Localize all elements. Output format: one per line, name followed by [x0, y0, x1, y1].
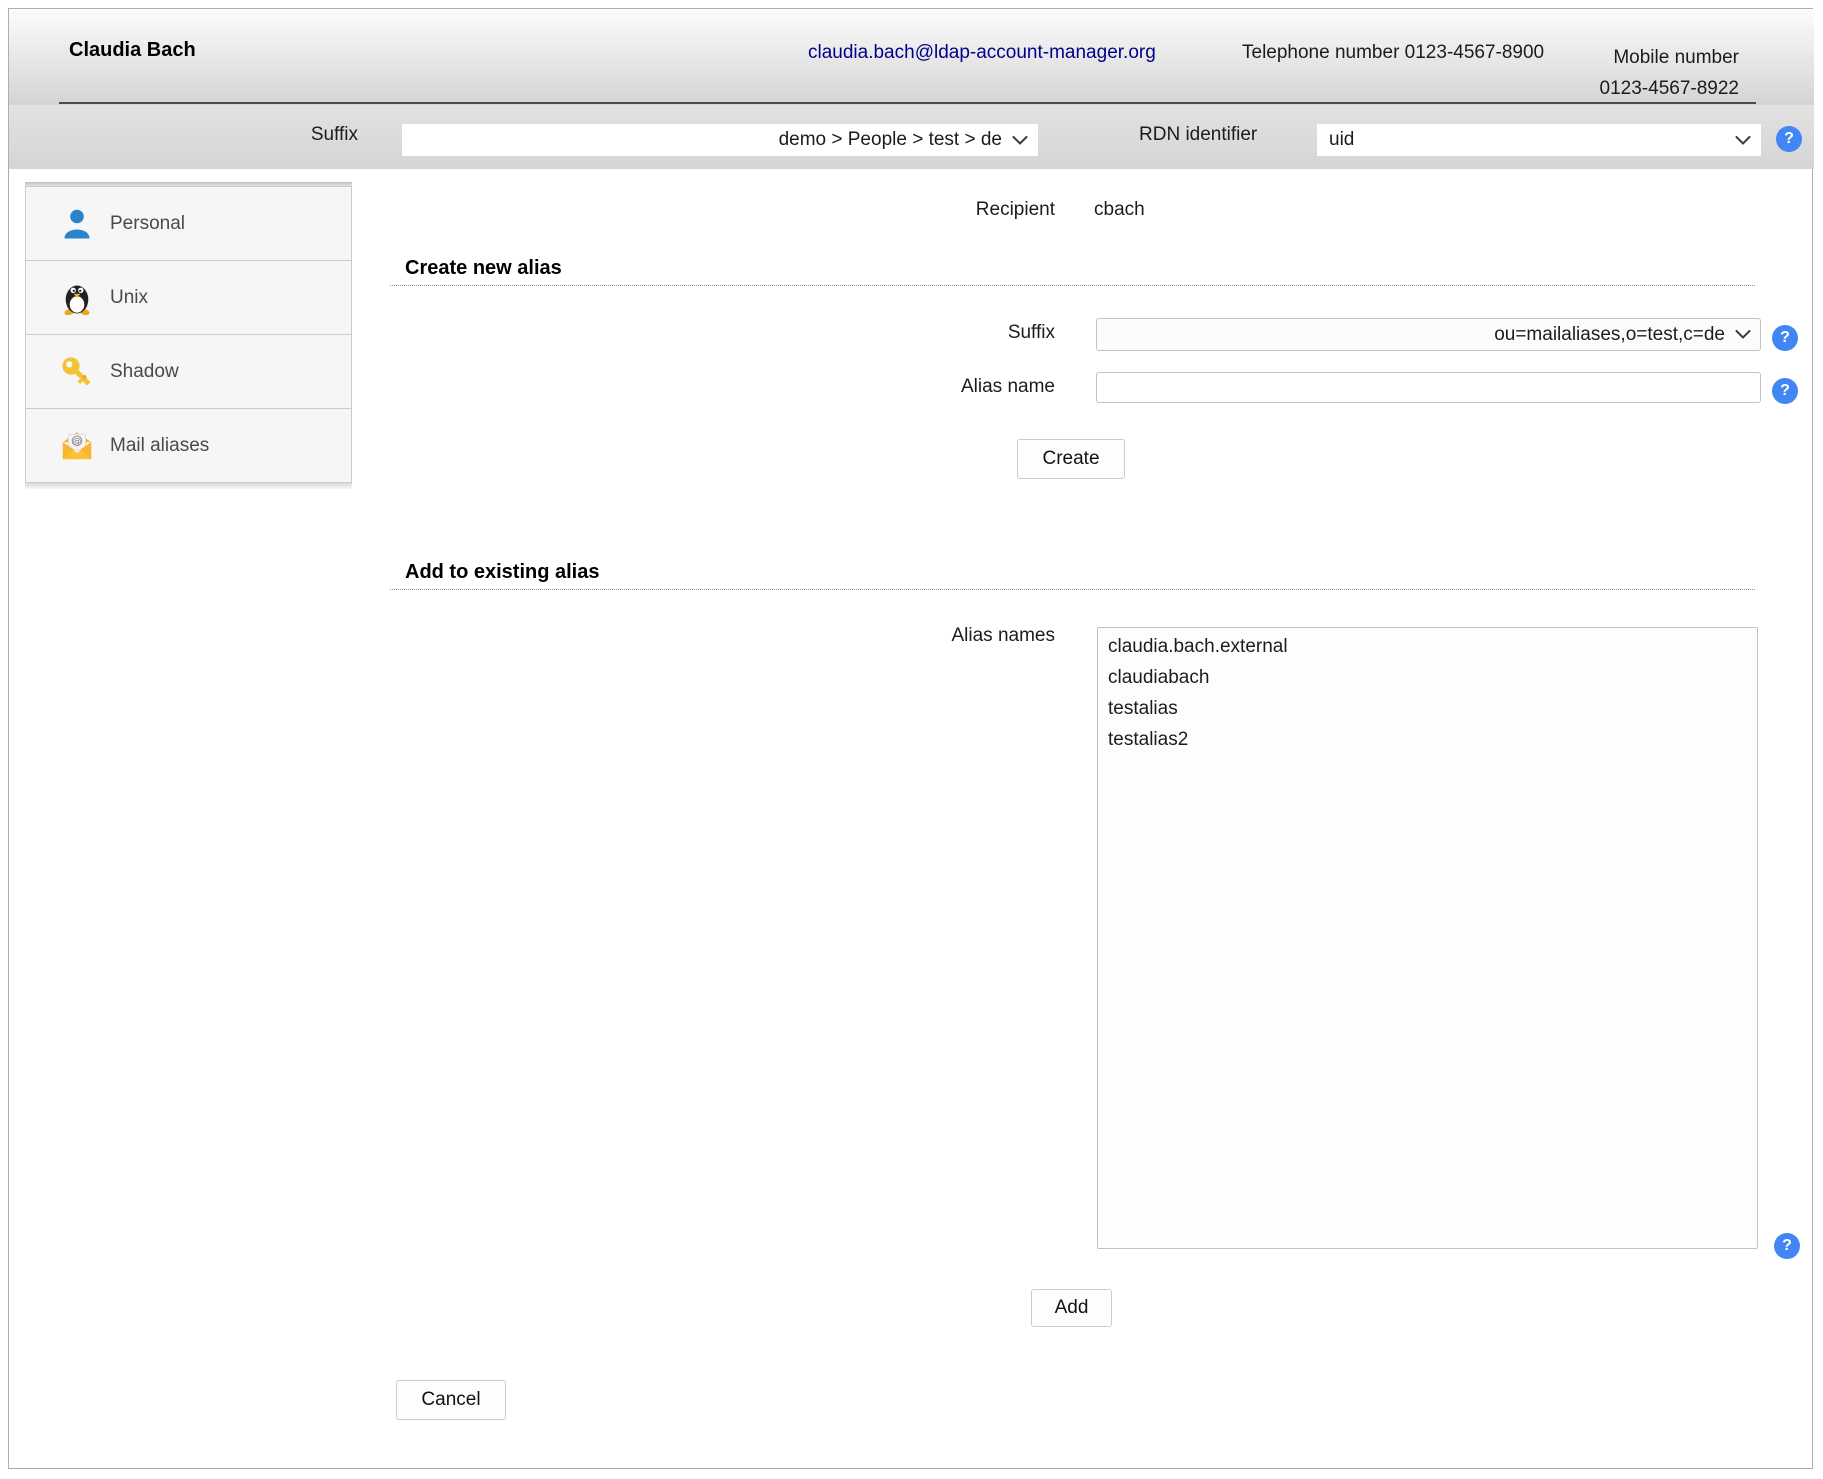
svg-text:@: @: [73, 437, 82, 447]
mobile-value: 0123-4567-8922: [1479, 73, 1739, 104]
mobile-label: Mobile number: [1479, 42, 1739, 73]
recipient-value: cbach: [1094, 199, 1145, 221]
sidebar-item-label: Shadow: [110, 361, 179, 383]
cancel-button[interactable]: Cancel: [396, 1380, 506, 1420]
add-button[interactable]: Add: [1031, 1289, 1112, 1327]
penguin-icon: [60, 281, 94, 315]
chevron-down-icon: [1735, 330, 1751, 339]
mail-at-icon: @: [60, 429, 94, 463]
sidebar-item-mail-aliases[interactable]: @ Mail aliases: [25, 408, 352, 483]
sidebar-item-label: Mail aliases: [110, 435, 209, 457]
alias-name-label: Alias name: [855, 376, 1055, 398]
create-suffix-label: Suffix: [855, 322, 1055, 344]
sidebar-item-label: Unix: [110, 287, 148, 309]
rdn-select-value: uid: [1329, 129, 1725, 151]
section-heading-create-new-alias: Create new alias: [405, 257, 562, 280]
sidebar: Personal Unix: [25, 182, 352, 489]
mobile-number: Mobile number 0123-4567-8922: [1479, 42, 1739, 104]
section-divider: [390, 285, 1755, 286]
alias-name-input[interactable]: [1096, 372, 1761, 403]
help-icon[interactable]: ?: [1772, 378, 1798, 404]
alias-option[interactable]: testalias: [1098, 693, 1757, 724]
chevron-down-icon: [1735, 136, 1751, 145]
sidebar-item-label: Personal: [110, 213, 185, 235]
alias-option[interactable]: claudia.bach.external: [1098, 631, 1757, 662]
suffix-select-value: demo > People > test > de: [414, 129, 1002, 151]
create-button[interactable]: Create: [1017, 439, 1125, 479]
sidebar-item-personal[interactable]: Personal: [25, 186, 352, 261]
sidebar-item-shadow[interactable]: Shadow: [25, 334, 352, 409]
help-icon[interactable]: ?: [1774, 1233, 1800, 1259]
alias-option[interactable]: claudiabach: [1098, 662, 1757, 693]
section-heading-add-to-existing-alias: Add to existing alias: [405, 561, 599, 584]
rdn-identifier-label: RDN identifier: [1139, 124, 1257, 146]
sidebar-bottom-shadow: [25, 483, 352, 489]
alias-option[interactable]: testalias2: [1098, 724, 1757, 755]
suffix-label: Suffix: [200, 124, 358, 146]
create-suffix-select[interactable]: ou=mailaliases,o=test,c=de: [1096, 318, 1761, 351]
create-suffix-select-value: ou=mailaliases,o=test,c=de: [1109, 324, 1725, 346]
page-title: Claudia Bach: [69, 39, 196, 62]
alias-names-label: Alias names: [855, 625, 1055, 647]
header-divider: [59, 102, 1756, 104]
section-divider: [390, 589, 1755, 590]
email-link[interactable]: claudia.bach@ldap-account-manager.org: [808, 42, 1156, 64]
alias-names-listbox[interactable]: claudia.bach.externalclaudiabachtestalia…: [1097, 627, 1758, 1249]
header: Claudia Bach claudia.bach@ldap-account-m…: [9, 9, 1814, 105]
key-icon: [60, 355, 94, 389]
telephone-label: Telephone number: [1242, 42, 1399, 63]
rdn-identifier-select[interactable]: uid: [1317, 124, 1761, 156]
person-icon: [60, 207, 94, 241]
sidebar-item-unix[interactable]: Unix: [25, 260, 352, 335]
recipient-label: Recipient: [855, 199, 1055, 221]
help-icon[interactable]: ?: [1772, 325, 1798, 351]
chevron-down-icon: [1012, 136, 1028, 145]
help-icon[interactable]: ?: [1776, 126, 1802, 152]
suffix-select[interactable]: demo > People > test > de: [402, 124, 1038, 156]
